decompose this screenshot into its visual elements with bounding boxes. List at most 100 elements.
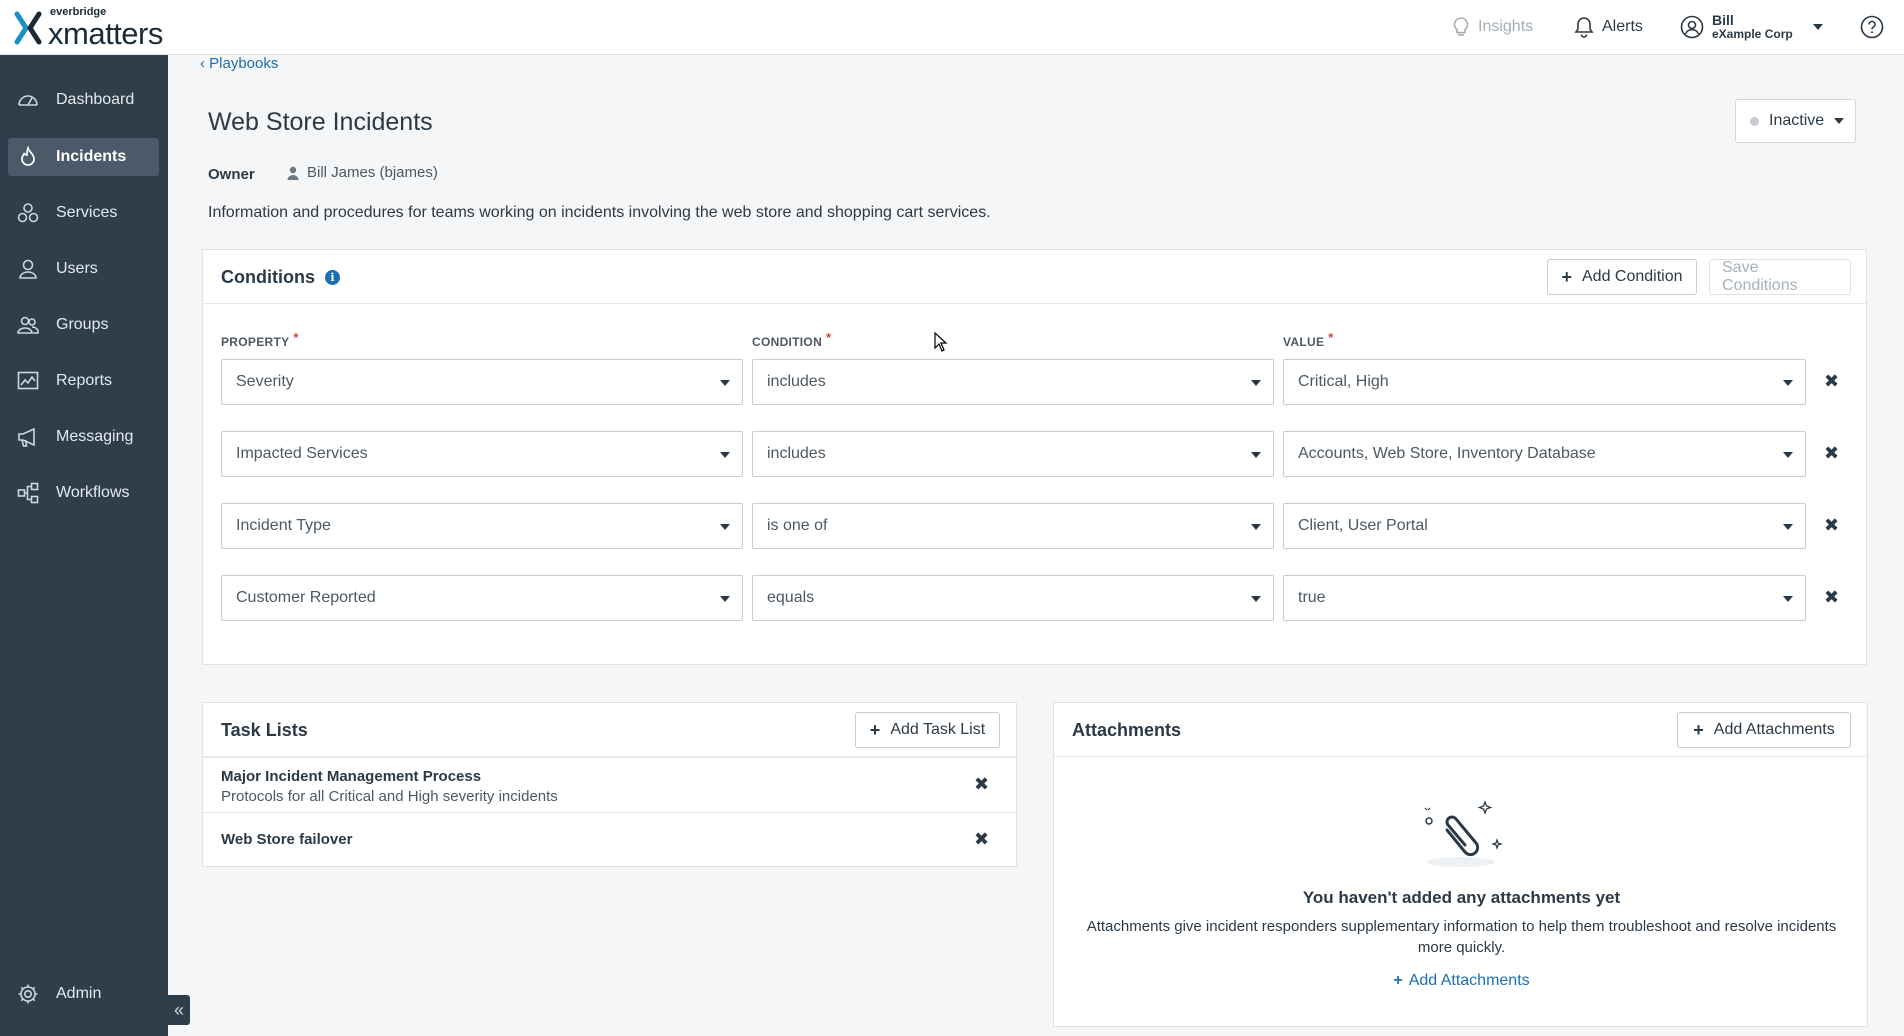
breadcrumb[interactable]: ‹ Playbooks [200, 55, 278, 72]
chevron-down-icon [720, 524, 730, 530]
insights-link[interactable]: Insights [1452, 14, 1533, 40]
condition-select[interactable]: includes [752, 431, 1274, 477]
condition-select[interactable]: is one of [752, 503, 1274, 549]
property-select[interactable]: Customer Reported [221, 575, 743, 621]
chevron-down-icon [1783, 524, 1793, 530]
user-menu[interactable]: Bill eXample Corp [1680, 10, 1823, 44]
double-chevron-left-icon: « [173, 999, 184, 1020]
task-list-item[interactable]: Major Incident Management Process Protoc… [203, 757, 1018, 812]
add-condition-button[interactable]: + Add Condition [1547, 259, 1697, 295]
property-column-header: PROPERTY * [221, 330, 299, 349]
task-lists-title: Task Lists [221, 720, 308, 740]
help-button[interactable] [1860, 14, 1892, 40]
plus-icon: + [1393, 972, 1403, 989]
owner-value: Bill James (bjames) [307, 164, 438, 181]
alerts-label: Alerts [1602, 18, 1643, 35]
user-icon [19, 259, 37, 279]
add-attachments-label: Add Attachments [1713, 721, 1835, 738]
insights-label: Insights [1478, 18, 1534, 35]
property-select[interactable]: Incident Type [221, 503, 743, 549]
sidebar-item-label: Workflows [56, 484, 130, 501]
save-conditions-button[interactable]: Save Conditions [1709, 259, 1851, 295]
info-icon[interactable]: i [324, 270, 340, 285]
owner-link[interactable]: Bill James (bjames) [287, 164, 438, 181]
task-list-item[interactable]: Web Store failover ✖ [203, 812, 1018, 866]
value-select[interactable]: Client, User Portal [1283, 503, 1806, 549]
sidebar-item-reports[interactable]: Reports [8, 362, 159, 400]
logo-brand-big: xmatters [48, 16, 163, 51]
task-list-name: Major Incident Management Process [221, 768, 482, 785]
value-select[interactable]: true [1283, 575, 1806, 621]
sidebar-item-label: Users [56, 260, 98, 277]
sidebar-item-label: Incidents [56, 148, 127, 165]
sidebar-item-incidents[interactable]: Incidents [8, 138, 159, 176]
sidebar-item-label: Groups [56, 316, 109, 333]
chevron-down-icon [1251, 452, 1261, 458]
page-title: Web Store Incidents [208, 108, 433, 136]
remove-task-list-icon[interactable]: ✖ [974, 774, 989, 795]
property-select[interactable]: Impacted Services [221, 431, 743, 477]
conditions-title: Conditions [221, 267, 315, 287]
alerts-link[interactable]: Alerts [1574, 14, 1643, 40]
value-select[interactable]: Accounts, Web Store, Inventory Database [1283, 431, 1806, 477]
sidebar-item-label: Admin [56, 985, 102, 1002]
property-select[interactable]: Severity [221, 359, 743, 405]
task-list-name: Web Store failover [221, 831, 353, 848]
attachments-title: Attachments [1072, 720, 1182, 740]
plus-icon: + [1561, 266, 1572, 287]
sidebar-item-groups[interactable]: Groups [8, 306, 159, 344]
services-icon [17, 203, 39, 223]
conditions-panel: Conditions i + Add Condition Save Condit… [202, 249, 1867, 665]
task-lists-panel: Task Lists + Add Task List Major Inciden… [202, 702, 1018, 867]
megaphone-icon [18, 427, 35, 447]
add-condition-label: Add Condition [1582, 268, 1683, 285]
user-name: Bill [1712, 11, 1734, 28]
add-task-list-label: Add Task List [890, 721, 986, 738]
remove-condition-icon[interactable]: ✖ [1824, 515, 1839, 536]
add-task-list-button[interactable]: + Add Task List [855, 712, 1000, 748]
sidebar-item-messaging[interactable]: Messaging [8, 418, 159, 456]
sidebar-item-label: Dashboard [56, 91, 135, 108]
bell-icon [1574, 17, 1594, 38]
condition-column-header: CONDITION * [752, 330, 832, 349]
add-attachments-button[interactable]: + Add Attachments [1677, 712, 1851, 748]
add-attachments-link[interactable]: + Add Attachments [1054, 972, 1869, 990]
attachments-panel: Attachments + Add Attachments You haven'… [1053, 702, 1868, 1027]
sidebar-item-workflows[interactable]: Workflows [8, 474, 159, 512]
plus-icon: + [1693, 719, 1704, 740]
remove-task-list-icon[interactable]: ✖ [974, 829, 989, 850]
status-label: Inactive [1769, 112, 1825, 129]
xmatters-logo[interactable]: everbridge xmatters [14, 7, 163, 51]
collapse-sidebar-button[interactable]: « [168, 995, 190, 1025]
condition-select[interactable]: includes [752, 359, 1274, 405]
xmatters-x-icon [14, 11, 42, 45]
help-icon [1860, 15, 1884, 39]
value-column-header: VALUE * [1283, 330, 1334, 349]
playbook-description: Information and procedures for teams wor… [208, 204, 991, 221]
sidebar-item-users[interactable]: Users [8, 250, 159, 288]
remove-condition-icon[interactable]: ✖ [1824, 371, 1839, 392]
add-attachments-link-label: Add Attachments [1408, 972, 1530, 989]
condition-select[interactable]: equals [752, 575, 1274, 621]
sidebar-item-label: Reports [56, 372, 113, 389]
status-dropdown[interactable]: Inactive [1735, 99, 1856, 143]
task-list-description: Protocols for all Critical and High seve… [221, 788, 558, 805]
remove-condition-icon[interactable]: ✖ [1824, 443, 1839, 464]
sidebar-item-admin[interactable]: Admin [8, 975, 159, 1013]
chevron-down-icon [1251, 380, 1261, 386]
chevron-down-icon [1812, 24, 1823, 30]
reports-icon [17, 371, 39, 390]
chevron-down-icon [1783, 380, 1793, 386]
paperclip-illustration-icon [1424, 800, 1503, 867]
chevron-down-icon [720, 596, 730, 602]
value-select[interactable]: Critical, High [1283, 359, 1806, 405]
dashboard-icon [18, 95, 38, 106]
flame-icon [21, 145, 35, 166]
chevron-down-icon [1783, 596, 1793, 602]
chevron-down-icon [1251, 524, 1261, 530]
sidebar-item-services[interactable]: Services [8, 194, 159, 232]
user-org: eXample Corp [1712, 27, 1793, 42]
remove-condition-icon[interactable]: ✖ [1824, 587, 1839, 608]
sidebar-item-dashboard[interactable]: Dashboard [8, 81, 159, 119]
sidebar-item-label: Services [56, 204, 118, 221]
